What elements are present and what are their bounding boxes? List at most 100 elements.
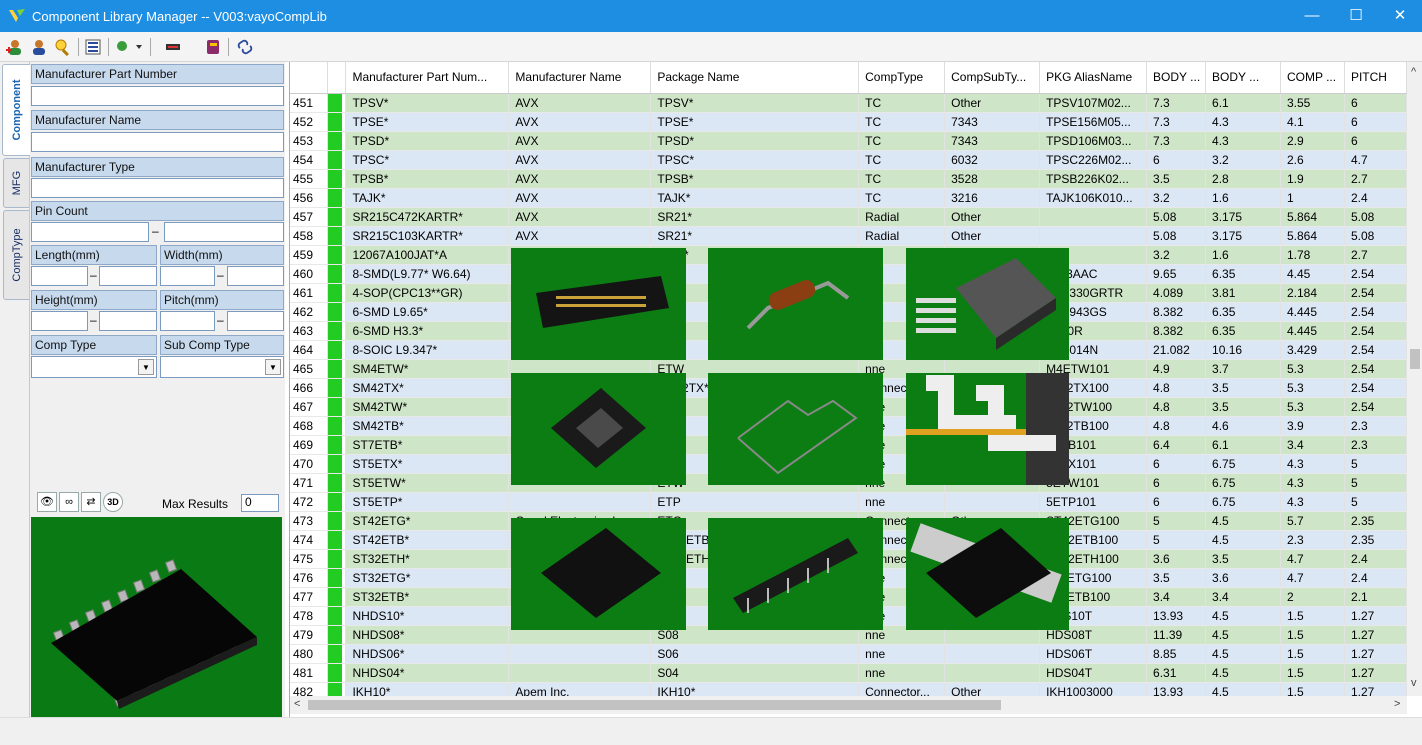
table-cell[interactable]: 4.1 [1280, 112, 1345, 132]
table-cell[interactable]: NHDS06* [345, 644, 510, 664]
table-cell[interactable]: ST32ETG* [345, 568, 510, 588]
table-cell[interactable]: 5.7 [1280, 511, 1345, 531]
maximize-button[interactable]: ☐ [1334, 0, 1378, 32]
3d-view-button[interactable]: 3D [103, 492, 123, 512]
table-cell[interactable]: 2.4 [1344, 568, 1407, 588]
table-cell[interactable]: AVX [508, 131, 652, 151]
table-cell[interactable]: 4.5 [1205, 606, 1281, 626]
book-icon[interactable] [204, 38, 222, 56]
table-cell[interactable]: 2.4 [1344, 549, 1407, 569]
table-cell[interactable]: TPSB226K02... [1039, 169, 1148, 189]
table-cell[interactable] [1039, 226, 1148, 246]
table-cell[interactable]: 6.75 [1205, 473, 1281, 493]
table-cell[interactable]: 7.3 [1146, 93, 1207, 113]
table-cell[interactable]: 4.5 [1205, 625, 1281, 645]
table-cell[interactable]: 1.5 [1280, 644, 1345, 664]
table-cell[interactable]: IKH10* [345, 682, 510, 696]
thumbnail-bga-package[interactable] [511, 518, 686, 630]
table-cell[interactable]: ST42ETG* [345, 511, 510, 531]
table-cell[interactable]: TPSD* [345, 131, 510, 151]
table-cell[interactable]: 4.3 [1280, 454, 1345, 474]
pitch-min-input[interactable] [160, 311, 215, 331]
table-cell[interactable]: 3.5 [1205, 378, 1281, 398]
subcomptype-select[interactable]: ▼ [160, 356, 284, 378]
table-row[interactable]: 453 TPSD* AVX TPSD* TC 7343 TPSD106M03... 7.3 4.… [290, 131, 1407, 151]
table-cell[interactable]: AVX [508, 93, 652, 113]
table-cell[interactable]: 2.54 [1344, 302, 1407, 322]
table-cell[interactable]: 4.089 [1146, 283, 1207, 303]
table-cell[interactable]: 4.3 [1205, 131, 1281, 151]
table-cell[interactable]: 13.93 [1146, 606, 1207, 626]
table-cell[interactable]: 1.5 [1280, 682, 1345, 696]
table-cell[interactable]: 2.1 [1344, 587, 1407, 607]
height-min-input[interactable] [31, 311, 88, 331]
table-cell[interactable]: 3.6 [1146, 549, 1207, 569]
table-cell[interactable]: 4-SOP(CPC13**GR) [345, 283, 510, 303]
table-row[interactable]: 458 SR215C103KARTR* AVX SR21* Radial Other 5.0… [290, 226, 1407, 246]
scroll-left-arrow[interactable]: < [294, 698, 300, 710]
table-cell[interactable]: ST7ETB* [345, 435, 510, 455]
user-icon[interactable] [30, 38, 48, 56]
table-row[interactable]: 481 NHDS04* S04 nne HDS04T 6.31 4.5 1.5 1.27 [290, 663, 1407, 683]
table-cell[interactable]: TC [858, 150, 946, 170]
chevron-down-icon[interactable]: ▼ [138, 359, 154, 375]
table-cell[interactable]: 2.54 [1344, 264, 1407, 284]
vertical-scroll-thumb[interactable] [1410, 349, 1420, 369]
table-cell[interactable]: TPSE156M05... [1039, 112, 1148, 132]
table-cell[interactable]: 3.7 [1205, 359, 1281, 379]
table-cell[interactable]: TPSE* [650, 112, 860, 132]
table-cell[interactable]: TC [858, 112, 946, 132]
table-cell[interactable]: HDS04T [1039, 663, 1148, 683]
table-cell[interactable]: 3216 [944, 188, 1041, 208]
table-cell[interactable]: 4.9 [1146, 359, 1207, 379]
horizontal-scrollbar[interactable]: < > [290, 696, 1407, 714]
table-cell[interactable]: AVX [508, 169, 652, 189]
scroll-right-arrow[interactable]: > [1394, 698, 1400, 710]
table-cell[interactable]: 1.27 [1344, 682, 1407, 696]
table-cell[interactable]: 6 [1344, 93, 1407, 113]
scroll-up-arrow[interactable]: ^ [1411, 66, 1416, 78]
tab-comptype[interactable]: CompType [3, 210, 29, 300]
table-cell[interactable]: TAJK* [650, 188, 860, 208]
table-cell[interactable]: 2.54 [1344, 359, 1407, 379]
table-cell[interactable]: 8.382 [1146, 302, 1207, 322]
table-cell[interactable]: NHDS08* [345, 625, 510, 645]
table-cell[interactable]: 5.864 [1280, 207, 1345, 227]
table-cell[interactable]: TAJK* [345, 188, 510, 208]
table-cell[interactable]: 7343 [944, 112, 1041, 132]
column-header[interactable]: BODY ... [1146, 62, 1207, 94]
table-cell[interactable]: 5 [1344, 454, 1407, 474]
table-cell[interactable]: ETP [650, 492, 860, 512]
table-cell[interactable]: TPSV* [345, 93, 510, 113]
column-header[interactable]: Manufacturer Name [508, 62, 652, 94]
comptype-select[interactable]: ▼ [31, 356, 157, 378]
table-cell[interactable]: HDS06T [1039, 644, 1148, 664]
table-cell[interactable]: 4.445 [1280, 302, 1345, 322]
pitch-max-input[interactable] [227, 311, 284, 331]
table-cell[interactable]: 3.6 [1205, 568, 1281, 588]
column-header[interactable]: PKG AliasName [1039, 62, 1148, 94]
table-cell[interactable]: NHDS04* [345, 663, 510, 683]
table-cell[interactable]: SM4ETW* [345, 359, 510, 379]
pincount-min-input[interactable] [31, 222, 149, 242]
table-cell[interactable]: 3.4 [1205, 587, 1281, 607]
table-cell[interactable]: AVX [508, 188, 652, 208]
thumbnail-dpak-package[interactable] [906, 248, 1069, 360]
column-header[interactable]: Manufacturer Part Num... [345, 62, 510, 94]
table-cell[interactable]: nne [858, 644, 946, 664]
table-cell[interactable]: 6 [1146, 492, 1207, 512]
table-cell[interactable]: 6032 [944, 150, 1041, 170]
table-cell[interactable]: S06 [650, 644, 860, 664]
table-cell[interactable]: 6.31 [1146, 663, 1207, 683]
table-cell[interactable]: 8-SOIC L9.347* [345, 340, 510, 360]
table-cell[interactable]: 3.175 [1205, 207, 1281, 227]
minimize-button[interactable]: — [1290, 0, 1334, 32]
table-cell[interactable]: 6.1 [1205, 93, 1281, 113]
table-cell[interactable]: TC [858, 93, 946, 113]
table-cell[interactable]: 3.5 [1146, 568, 1207, 588]
table-cell[interactable]: TPSE* [345, 112, 510, 132]
table-cell[interactable]: AVX [508, 207, 652, 227]
table-cell[interactable]: TPSC226M02... [1039, 150, 1148, 170]
table-cell[interactable]: AVX [508, 112, 652, 132]
table-cell[interactable]: 6 [1146, 454, 1207, 474]
